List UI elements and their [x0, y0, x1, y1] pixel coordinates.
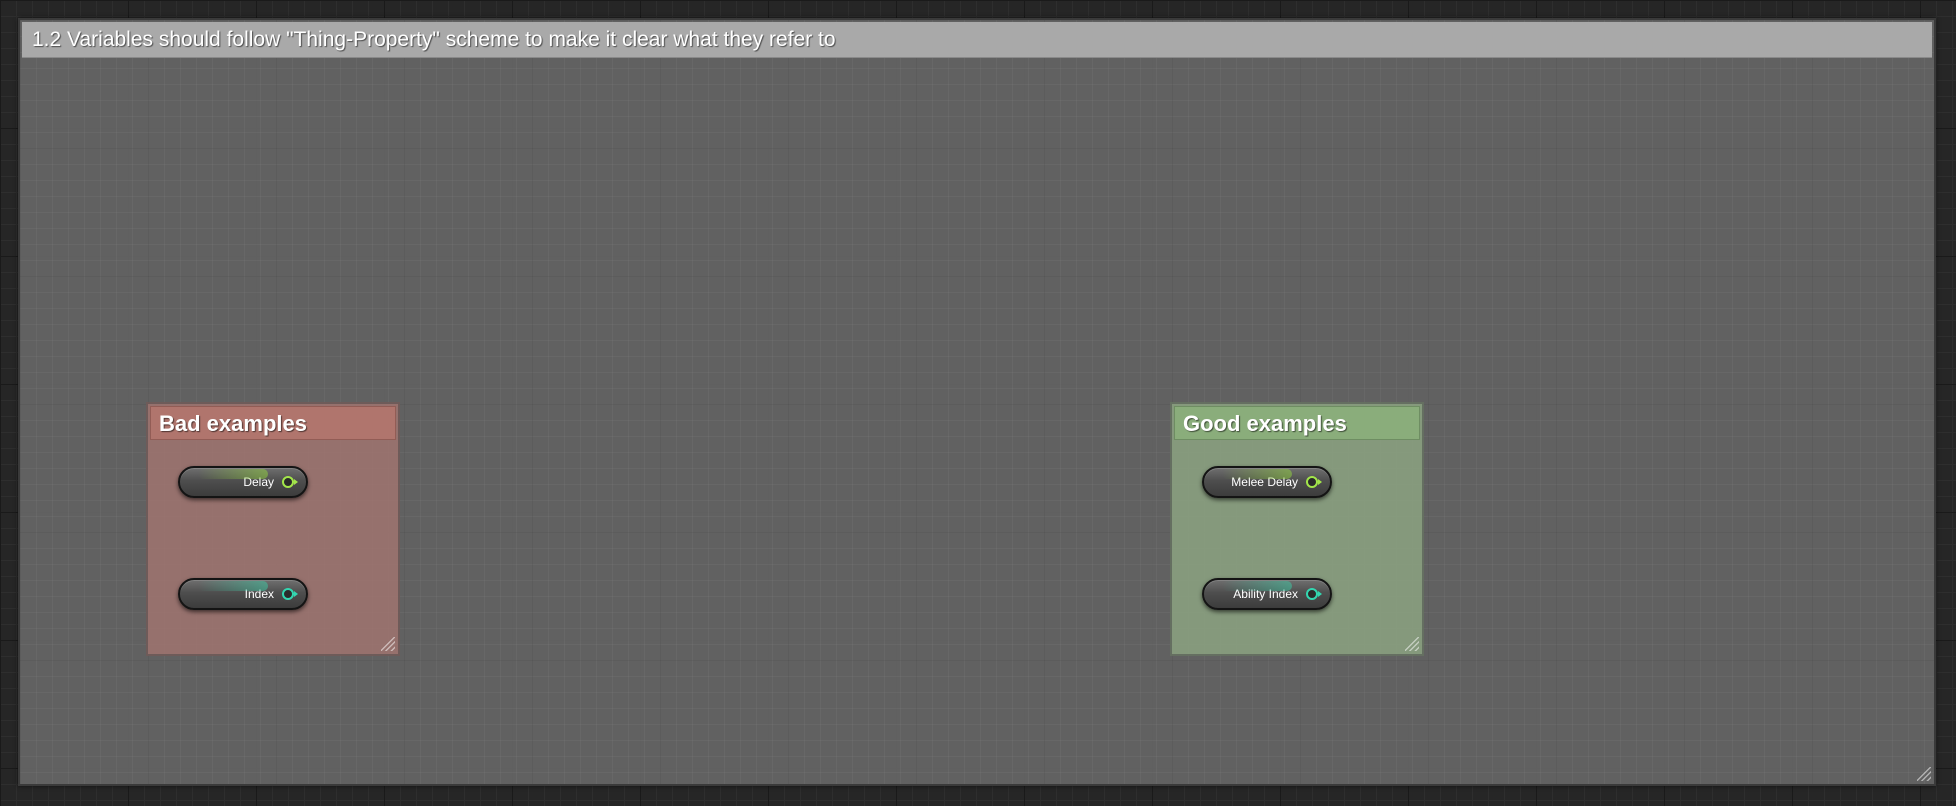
variable-node-label: Ability Index	[1233, 587, 1298, 601]
variable-node-index[interactable]: Index	[178, 578, 308, 610]
good-examples-title[interactable]: Good examples	[1174, 406, 1420, 440]
variable-node-delay[interactable]: Delay	[178, 466, 308, 498]
output-pin-icon[interactable]	[282, 588, 298, 600]
output-pin-icon[interactable]	[282, 476, 298, 488]
resize-grip-icon[interactable]	[1405, 637, 1419, 651]
resize-grip-icon[interactable]	[381, 637, 395, 651]
output-pin-icon[interactable]	[1306, 588, 1322, 600]
output-pin-icon[interactable]	[1306, 476, 1322, 488]
variable-node-melee-delay[interactable]: Melee Delay	[1202, 466, 1332, 498]
variable-node-label: Melee Delay	[1231, 475, 1298, 489]
resize-grip-icon[interactable]	[1917, 767, 1931, 781]
bad-examples-title[interactable]: Bad examples	[150, 406, 396, 440]
variable-node-label: Delay	[243, 475, 274, 489]
variable-node-ability-index[interactable]: Ability Index	[1202, 578, 1332, 610]
good-examples-comment[interactable]: Good examples Melee Delay Ability Index	[1170, 402, 1424, 656]
variable-node-label: Index	[244, 587, 274, 601]
bad-examples-comment[interactable]: Bad examples Delay Index	[146, 402, 400, 656]
main-comment-title[interactable]: 1.2 Variables should follow "Thing-Prope…	[22, 22, 1932, 58]
